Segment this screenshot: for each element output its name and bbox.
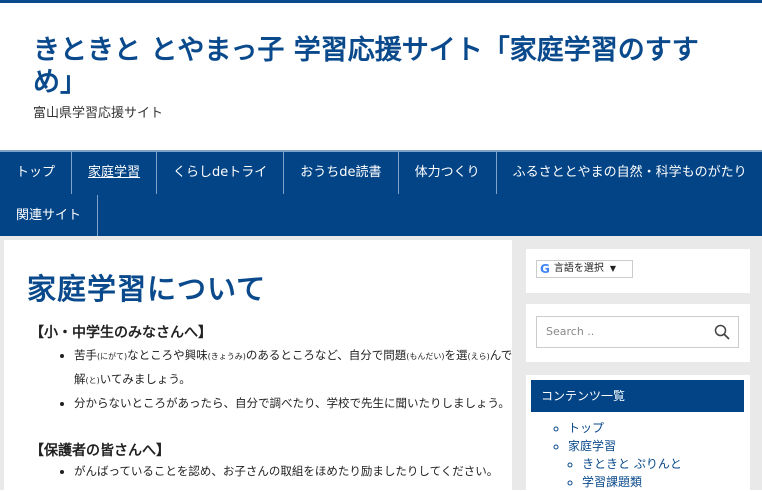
site-title[interactable]: きときと とやまっ子 学習応援サイト「家庭学習のすすめ」 [33, 35, 733, 99]
main-content: 家庭学習について 【小・中学生のみなさんへ】 苦手(にがて)なところや興味(きょ… [4, 240, 512, 490]
students-list: 苦手(にがて)なところや興味(きょうみ)のあるところなど、自分で問題(もんだい)… [54, 344, 512, 414]
nav-item-top[interactable]: トップ [0, 152, 73, 194]
language-select-label: 言語を選択 [553, 263, 604, 274]
contents-subitem-print[interactable]: きときと ぷりんと [582, 455, 682, 473]
contents-title: コンテンツ一覧 [531, 380, 744, 412]
parents-list: がんばっていることを認め、お子さんの取組をほめたり励ましたりしてください。 [54, 460, 512, 482]
contents-list: トップ 家庭学習 きときと ぷりんと 学習課題類 [554, 419, 682, 491]
google-icon: G [540, 262, 550, 276]
nav-item-related-sites[interactable]: 関連サイト [0, 195, 99, 237]
chevron-down-icon: ▼ [609, 264, 617, 273]
main-navigation: トップ 家庭学習 くらしdeトライ おうちde読書 体力つくり ふるさととやまの… [0, 150, 762, 237]
nav-item-life-try[interactable]: くらしdeトライ [157, 152, 285, 194]
list-item: 分からないところがあったら、自分で調べたり、学校で先生に聞いたりしましょう。 [74, 392, 512, 414]
search-icon[interactable] [714, 324, 730, 340]
search-widget: Search .. [526, 304, 750, 362]
nav-item-home-reading[interactable]: おうちde読書 [284, 152, 399, 194]
search-input[interactable]: Search .. [536, 316, 739, 348]
section-heading-students: 【小・中学生のみなさんへ】 [30, 325, 212, 341]
search-placeholder: Search .. [546, 325, 595, 338]
site-description: 富山県学習応援サイト [33, 106, 164, 121]
contents-subitem-tasks[interactable]: 学習課題類 [582, 473, 682, 491]
list-item: がんばっていることを認め、お子さんの取組をほめたり励ましたりしてください。 [74, 460, 512, 482]
contents-widget: コンテンツ一覧 トップ 家庭学習 きときと ぷりんと 学習課題類 [526, 375, 750, 490]
language-select[interactable]: G 言語を選択 ▼ [536, 260, 633, 278]
nav-item-home-study[interactable]: 家庭学習 [72, 152, 158, 194]
nav-item-nature-science[interactable]: ふるさととやまの自然・科学ものがたり [497, 152, 762, 194]
translate-widget: G 言語を選択 ▼ [526, 249, 750, 293]
contents-sublist: きときと ぷりんと 学習課題類 [568, 455, 682, 491]
contents-item-home-study[interactable]: 家庭学習 きときと ぷりんと 学習課題類 [568, 437, 682, 491]
section-heading-parents: 【保護者の皆さんへ】 [30, 443, 170, 459]
nav-item-fitness[interactable]: 体力つくり [399, 152, 497, 194]
list-item: 苦手(にがて)なところや興味(きょうみ)のあるところなど、自分で問題(もんだい)… [74, 344, 512, 392]
page-title: 家庭学習について [27, 272, 267, 306]
contents-item-top[interactable]: トップ [568, 419, 682, 437]
site-header: きときと とやまっ子 学習応援サイト「家庭学習のすすめ」 富山県学習応援サイト [0, 3, 762, 150]
